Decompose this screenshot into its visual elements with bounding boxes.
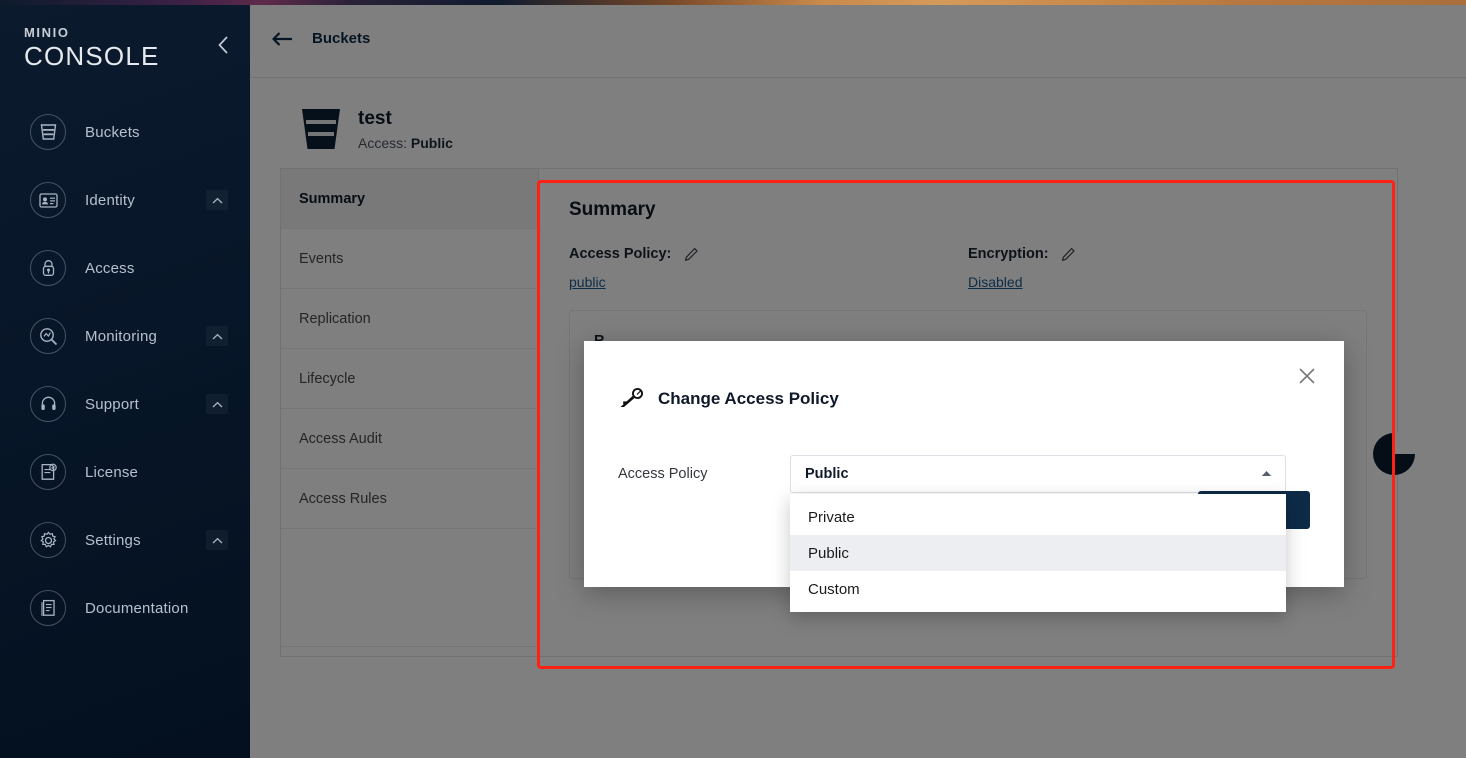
sidebar-item-buckets[interactable]: Buckets xyxy=(0,98,250,166)
sidebar-item-label: Documentation xyxy=(85,599,189,617)
option-custom[interactable]: Custom xyxy=(790,571,1286,607)
sidebar-item-label: Monitoring xyxy=(85,327,158,345)
chevron-up-icon[interactable] xyxy=(206,190,228,210)
sidebar-item-label: Identity xyxy=(85,191,135,209)
sidebar-item-settings[interactable]: Settings xyxy=(0,506,250,574)
top-accent-strip xyxy=(0,0,1466,5)
magnifier-icon xyxy=(30,318,66,354)
option-label: Custom xyxy=(808,580,860,598)
option-label: Public xyxy=(808,544,849,562)
app-logo: MINIO CONSOLE xyxy=(24,25,160,71)
sidebar-item-label: Access xyxy=(85,259,135,277)
access-policy-select[interactable]: Public xyxy=(790,455,1286,493)
option-private[interactable]: Private xyxy=(790,499,1286,535)
key-icon xyxy=(618,387,646,411)
logo-console-text: CONSOLE xyxy=(24,41,160,71)
dialog-title: Change Access Policy xyxy=(658,389,839,408)
close-icon[interactable] xyxy=(1294,363,1320,389)
option-label: Private xyxy=(808,508,855,526)
sidebar-item-label: License xyxy=(85,463,139,481)
headset-icon xyxy=(30,386,66,422)
chevron-up-icon[interactable] xyxy=(206,326,228,346)
chevron-up-icon[interactable] xyxy=(206,394,228,414)
license-badge-icon xyxy=(30,454,66,490)
sidebar-item-label: Settings xyxy=(85,531,141,549)
sidebar-item-support[interactable]: Support xyxy=(0,370,250,438)
option-public[interactable]: Public xyxy=(790,535,1286,571)
access-policy-field-label: Access Policy xyxy=(618,466,708,482)
lock-icon xyxy=(30,250,66,286)
gear-icon xyxy=(30,522,66,558)
sidebar-item-label: Support xyxy=(85,395,139,413)
chevron-left-icon xyxy=(218,36,228,54)
app-root: MINIO CONSOLE Buckets Identity Access Mo… xyxy=(0,0,1466,758)
logo-minio-text: MINIO xyxy=(24,25,70,40)
chevron-up-icon xyxy=(1261,470,1272,477)
access-policy-select-wrap: Public Private Public Custom xyxy=(790,455,1286,612)
change-access-policy-dialog: Change Access Policy Access Policy Publi… xyxy=(584,341,1344,612)
id-card-icon xyxy=(30,182,66,218)
access-policy-field-row: Access Policy Public Private Public Cust… xyxy=(584,411,1344,612)
sidebar-item-label: Buckets xyxy=(85,123,140,141)
access-policy-select-value: Public xyxy=(805,466,849,482)
sidebar: MINIO CONSOLE Buckets Identity Access Mo… xyxy=(0,0,250,758)
chevron-up-icon[interactable] xyxy=(206,530,228,550)
book-icon xyxy=(30,590,66,626)
sidebar-header: MINIO CONSOLE xyxy=(0,0,250,88)
bucket-icon xyxy=(30,114,66,150)
sidebar-item-identity[interactable]: Identity xyxy=(0,166,250,234)
sidebar-item-documentation[interactable]: Documentation xyxy=(0,574,250,642)
sidebar-nav: Buckets Identity Access Monitoring Suppo… xyxy=(0,98,250,642)
sidebar-item-license[interactable]: License xyxy=(0,438,250,506)
access-policy-options-list: Private Public Custom xyxy=(790,494,1286,612)
dialog-title-row: Change Access Policy xyxy=(584,341,1344,411)
sidebar-item-access[interactable]: Access xyxy=(0,234,250,302)
sidebar-item-monitoring[interactable]: Monitoring xyxy=(0,302,250,370)
sidebar-collapse-button[interactable] xyxy=(212,34,234,56)
